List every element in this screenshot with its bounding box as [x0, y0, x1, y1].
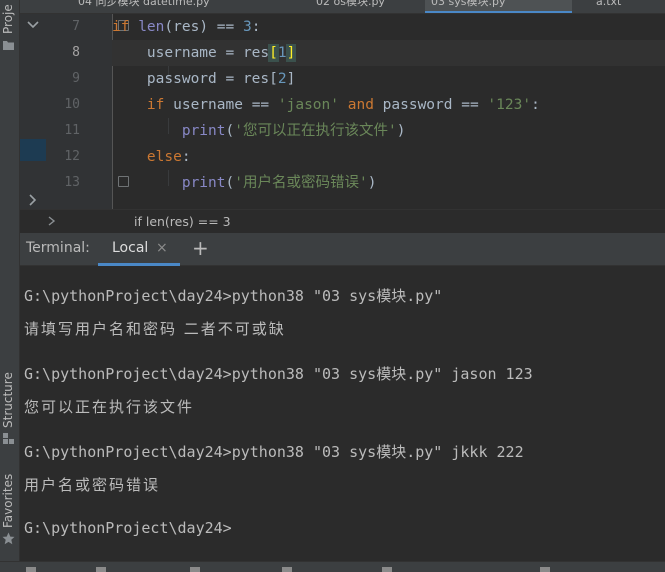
breadcrumb[interactable]: if len(res) == 3	[20, 209, 665, 234]
line-number: 8	[72, 45, 80, 60]
code-line[interactable]: if username == 'jason' and password == '…	[112, 92, 665, 118]
code-line[interactable]: print('您可以正在执行该文件')	[112, 118, 665, 144]
file-tab[interactable]: 02 os模块.py	[310, 0, 391, 13]
code-line[interactable]: else:	[112, 144, 665, 170]
file-tab[interactable]: a.txt	[590, 0, 627, 13]
code-token: print	[181, 123, 226, 139]
line-number: 9	[72, 71, 80, 86]
status-icon[interactable]	[540, 567, 550, 572]
code-line[interactable]: if len(res) == 3:	[112, 14, 665, 40]
code-token: :	[181, 149, 191, 165]
code-token: (res) ==	[164, 19, 243, 35]
code-line[interactable]: password = res[2]	[112, 66, 665, 92]
status-icon[interactable]	[96, 567, 106, 572]
chevron-right-icon[interactable]	[28, 194, 38, 206]
terminal-command-line: G:\pythonProject\day24>python38 "03 sys模…	[24, 365, 533, 383]
terminal-output-line: 请填写用户名和密码 二者不可或缺	[24, 320, 286, 338]
code-token: '123'	[487, 97, 532, 113]
status-bar	[0, 561, 665, 572]
line-number: 13	[64, 175, 80, 190]
terminal-output[interactable]: G:\pythonProject\day24>python38 "03 sys模…	[20, 266, 665, 561]
terminal-tab-label: Local	[112, 240, 149, 256]
favorites-tool-button[interactable]: Favorites	[1, 474, 15, 528]
file-tab[interactable]: 04 同步模块 datetime.py	[72, 0, 216, 13]
code-token: ]	[285, 44, 297, 62]
code-token: 1	[277, 45, 287, 61]
status-icon[interactable]	[382, 567, 392, 572]
code-line[interactable]: username = res[1]	[112, 40, 665, 66]
status-icon[interactable]	[26, 567, 36, 572]
line-number: 10	[64, 97, 80, 112]
terminal-output-line: 用户名或密码错误	[24, 476, 161, 494]
left-tool-bar: Proje Structure Favorites	[0, 0, 20, 571]
code-token: ]	[286, 71, 296, 87]
code-token: (	[225, 123, 235, 139]
folder-icon	[3, 41, 14, 50]
caret-icon	[48, 216, 56, 226]
star-icon	[2, 532, 15, 545]
file-tab-active[interactable]: 03 sys模块.py	[425, 0, 572, 13]
add-terminal-icon[interactable]: +	[192, 236, 209, 260]
line-number: 7	[72, 19, 80, 34]
code-token: 3	[242, 19, 252, 35]
code-token: username = res	[146, 45, 270, 61]
code-token: 2	[277, 71, 287, 87]
code-token: else	[146, 149, 182, 165]
code-token: if	[112, 19, 139, 35]
code-token: and	[339, 97, 383, 113]
terminal-command-line: G:\pythonProject\day24>	[24, 519, 232, 537]
code-editor[interactable]: if len(res) == 3: username = res[1] pass…	[112, 14, 665, 209]
terminal-output-line: 您可以正在执行该文件	[24, 398, 195, 416]
status-icon[interactable]	[190, 567, 200, 572]
code-token: print	[181, 175, 226, 191]
code-token: [	[268, 44, 279, 62]
terminal-title: Terminal:	[26, 240, 90, 256]
structure-tool-button[interactable]: Structure	[1, 372, 15, 428]
breadcrumb-text: if len(res) == 3	[134, 214, 231, 229]
selected-row-highlight	[20, 139, 46, 161]
code-token: password ==	[382, 97, 488, 113]
code-token: '您可以正在执行该文件'	[234, 123, 397, 139]
terminal-header: Terminal: Local × +	[20, 233, 665, 266]
chevron-down-icon[interactable]	[27, 20, 39, 30]
code-token: password = res[	[146, 71, 278, 87]
code-token: len	[138, 19, 165, 35]
code-token: 'jason'	[277, 97, 339, 113]
code-token: :	[531, 97, 540, 113]
code-token: '用户名或密码错误'	[234, 175, 368, 191]
code-token: )	[396, 123, 406, 139]
code-token: )	[367, 175, 377, 191]
code-token: (	[225, 175, 235, 191]
project-tool-button[interactable]: Proje	[1, 4, 15, 34]
structure-icon	[3, 433, 14, 444]
editor-tab-bar: 04 同步模块 datetime.py 02 os模块.py 03 sys模块.…	[20, 0, 665, 14]
collapsed-panel-strip	[20, 14, 46, 209]
code-token: if	[146, 97, 174, 113]
terminal-tab-local[interactable]: Local ×	[98, 233, 180, 266]
code-token: username ==	[173, 97, 278, 113]
code-token: :	[251, 19, 261, 35]
line-number: 11	[64, 123, 80, 138]
status-icon[interactable]	[282, 567, 292, 572]
terminal-command-line: G:\pythonProject\day24>python38 "03 sys模…	[24, 287, 443, 305]
close-icon[interactable]: ×	[156, 240, 168, 256]
line-number: 12	[64, 149, 80, 164]
terminal-command-line: G:\pythonProject\day24>python38 "03 sys模…	[24, 443, 524, 461]
code-line[interactable]: print('用户名或密码错误')	[112, 170, 665, 196]
